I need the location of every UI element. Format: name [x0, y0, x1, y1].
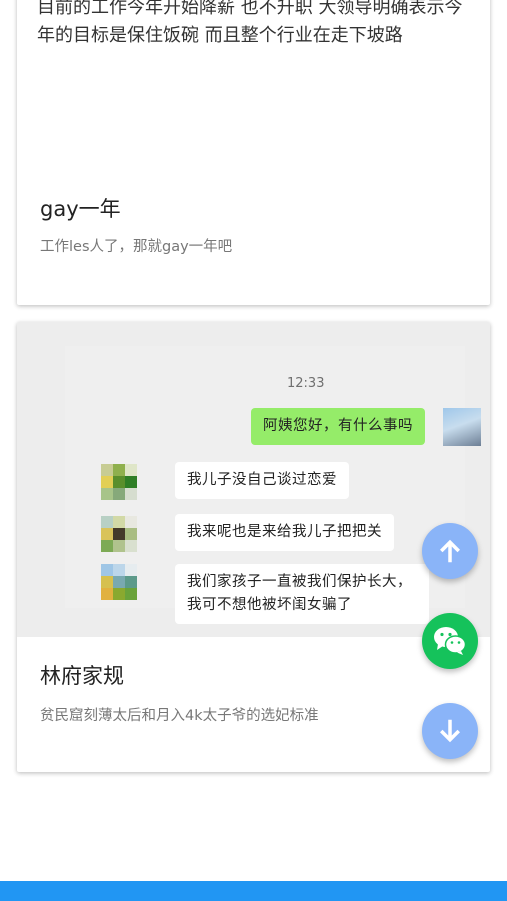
card-description: 工作les人了，那就gay一年吧 [40, 239, 233, 255]
arrow-up-icon [440, 539, 460, 563]
avatar [101, 464, 139, 502]
card-description: 贫民窟刻薄太后和月入4k太子爷的选妃标准 [40, 708, 319, 724]
article-card[interactable]: 目前的工作今年开始降薪 也不升职 大领导明确表示今年的目标是保住饭碗 而且整个行… [17, 0, 490, 305]
chat-bubble: 我们家孩子一直被我们保护长大，我可不想他被坏闺女骗了 [175, 564, 429, 624]
arrow-down-icon [440, 719, 460, 743]
chat-timestamp: 12:33 [287, 376, 325, 391]
scroll-top-button[interactable] [422, 523, 478, 579]
card-title[interactable]: 林府家规 [40, 660, 124, 690]
chat-bubble: 我儿子没自己谈过恋爱 [175, 462, 349, 499]
card-title[interactable]: gay一年 [40, 193, 121, 223]
scroll-bottom-button[interactable] [422, 703, 478, 759]
chat-bubble: 阿姨您好，有什么事吗 [251, 408, 425, 445]
chat-bubble: 我来呢也是来给我儿子把把关 [175, 514, 394, 551]
avatar [101, 516, 139, 554]
avatar [443, 408, 481, 446]
wechat-icon [434, 627, 467, 655]
card-image[interactable]: 12:33 阿姨您好，有什么事吗 我儿子没自己谈过恋爱 我来呢也是来给我儿子把把… [17, 322, 490, 637]
avatar [101, 564, 139, 602]
chat-screenshot: 12:33 阿姨您好，有什么事吗 我儿子没自己谈过恋爱 我来呢也是来给我儿子把把… [65, 346, 481, 624]
article-card[interactable]: 12:33 阿姨您好，有什么事吗 我儿子没自己谈过恋爱 我来呢也是来给我儿子把把… [17, 322, 490, 772]
bottom-bar [0, 881, 507, 901]
card-excerpt: 目前的工作今年开始降薪 也不升职 大领导明确表示今年的目标是保住饭碗 而且整个行… [37, 0, 463, 46]
wechat-share-button[interactable] [422, 613, 478, 669]
